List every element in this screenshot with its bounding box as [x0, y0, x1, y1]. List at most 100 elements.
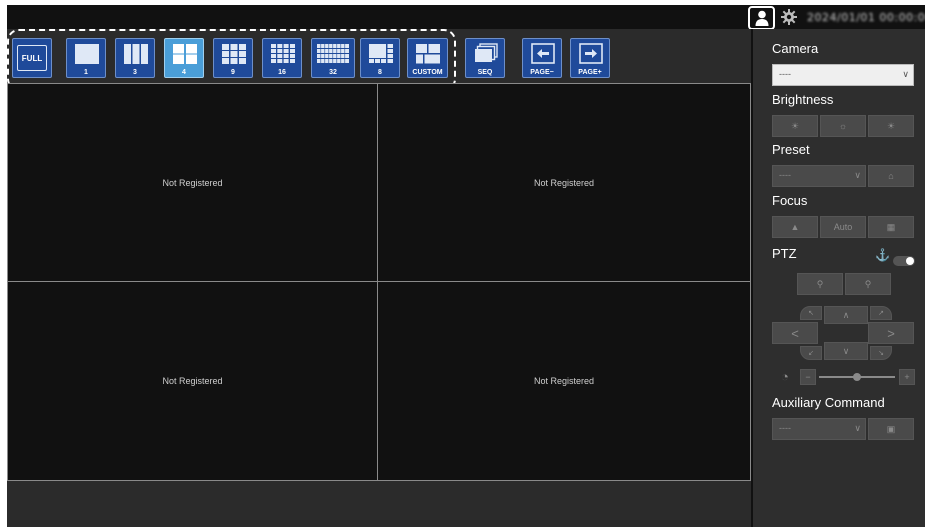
arrow-down-left-icon: ↙ — [808, 350, 814, 357]
pan-up-left-button[interactable]: ↖ — [800, 306, 822, 320]
page-prev-button[interactable]: PAGE− — [522, 38, 562, 78]
layout-9-button[interactable]: 9 — [213, 38, 253, 78]
preset-select[interactable]: ---- ∨ — [772, 165, 866, 187]
zoom-in-icon: ⚲ — [864, 278, 872, 289]
plus-icon: + — [904, 372, 910, 382]
focus-far-icon: ▦ — [886, 221, 896, 232]
top-bar: 2024/01/01 00:00:00 — [7, 5, 925, 30]
layout-custom-button[interactable]: CUSTOM — [407, 38, 448, 78]
pan-up-right-button[interactable]: ↗ — [870, 306, 892, 320]
not-registered-text: Not Registered — [533, 177, 595, 188]
layout-custom-icon — [416, 44, 440, 64]
layout-32-label: 32 — [329, 69, 337, 76]
ptz-title: PTZ — [772, 246, 797, 261]
brightness-down-button[interactable]: ☀ — [772, 115, 818, 137]
video-cell-3[interactable]: Not Registered — [7, 281, 378, 481]
video-cell-1[interactable]: Not Registered — [7, 83, 378, 282]
camera-select[interactable]: ---- ∨ — [772, 64, 914, 86]
bottom-area — [7, 481, 751, 527]
layout-4-icon — [173, 44, 197, 64]
full-screen-button[interactable]: FULL — [12, 38, 52, 78]
page-prev-label: PAGE− — [530, 69, 554, 76]
brightness-title: Brightness — [772, 92, 834, 107]
layout-1-icon — [75, 44, 99, 64]
pan-left-button[interactable]: < — [772, 322, 818, 344]
preset-select-value: ---- — [779, 170, 791, 180]
tilt-up-button[interactable]: ∧ — [824, 306, 868, 324]
user-button[interactable] — [748, 6, 775, 30]
sun-large-icon: ☀ — [886, 120, 896, 131]
zoom-in-button[interactable]: ⚲ — [845, 273, 891, 295]
control-panel: Camera ---- ∨ Brightness ☀ ☼ ☀ Preset --… — [753, 29, 925, 527]
send-command-icon: ▣ — [886, 423, 896, 434]
sequence-button[interactable]: SEQ — [465, 38, 505, 78]
full-button-label: FULL — [21, 53, 43, 63]
auxiliary-command-select[interactable]: ---- ∨ — [772, 418, 866, 440]
chevron-down-icon: ∨ — [854, 170, 861, 180]
pan-down-left-button[interactable]: ↙ — [800, 346, 822, 360]
auxiliary-select-value: ---- — [779, 423, 791, 433]
sequence-label: SEQ — [477, 69, 493, 76]
layout-32-button[interactable]: 32 — [311, 38, 355, 78]
video-cell-2[interactable]: Not Registered — [377, 83, 751, 282]
zoom-out-icon: ⚲ — [816, 278, 824, 289]
zoom-out-button[interactable]: ⚲ — [797, 273, 843, 295]
focus-auto-button[interactable]: Auto — [820, 216, 866, 238]
sun-icon: ☼ — [838, 121, 848, 131]
layout-3-icon — [124, 44, 148, 64]
layout-8-icon — [369, 44, 393, 63]
arrow-down-right-icon: ↘ — [878, 350, 884, 357]
layout-16-button[interactable]: 16 — [262, 38, 302, 78]
chevron-right-icon: > — [887, 325, 895, 341]
minus-icon: − — [805, 372, 811, 382]
layout-4-button[interactable]: 4 — [164, 38, 204, 78]
joystick-icon: ⚓ — [875, 248, 890, 262]
arrow-up-right-icon: ↗ — [878, 310, 884, 317]
focus-near-button[interactable]: ▲ — [772, 216, 818, 238]
auxiliary-command-title: Auxiliary Command — [772, 395, 885, 410]
home-icon: ⌂ — [888, 171, 894, 181]
focus-far-button[interactable]: ▦ — [868, 216, 914, 238]
layout-1-button[interactable]: 1 — [66, 38, 106, 78]
chevron-down-icon: ∨ — [854, 423, 861, 433]
page-next-button[interactable]: PAGE+ — [570, 38, 610, 78]
pan-down-right-button[interactable]: ↘ — [870, 346, 892, 360]
chevron-up-icon: ∧ — [842, 309, 850, 320]
chevron-down-icon: ∨ — [842, 345, 850, 356]
not-registered-text: Not Registered — [162, 177, 223, 188]
arrow-right-icon — [579, 43, 603, 64]
speed-down-button[interactable]: − — [800, 369, 816, 385]
video-cell-4[interactable]: Not Registered — [377, 281, 751, 481]
layout-8-label: 8 — [378, 69, 382, 76]
sun-small-icon: ☀ — [790, 120, 800, 131]
layout-16-label: 16 — [278, 69, 286, 76]
preset-title: Preset — [772, 142, 810, 157]
speed-gauge-icon: ◔ — [781, 369, 789, 384]
user-icon — [755, 10, 768, 26]
layout-8-button[interactable]: 8 — [360, 38, 400, 78]
auxiliary-execute-button[interactable]: ▣ — [868, 418, 914, 440]
page-next-label: PAGE+ — [578, 69, 602, 76]
tilt-down-button[interactable]: ∨ — [824, 342, 868, 360]
focus-auto-label: Auto — [833, 222, 853, 232]
pan-right-button[interactable]: > — [868, 322, 914, 344]
ptz-toggle[interactable] — [893, 256, 915, 266]
layout-toolbar: FULL 1 3 4 9 16 32 8 CUSTOM SEQ PAGE− PA… — [7, 29, 751, 91]
speed-up-button[interactable]: + — [899, 369, 915, 385]
focus-near-icon: ▲ — [790, 222, 800, 232]
layout-3-label: 3 — [133, 69, 137, 76]
sequence-icon — [475, 43, 498, 62]
arrow-up-left-icon: ↖ — [808, 310, 814, 317]
not-registered-text: Not Registered — [162, 376, 223, 386]
speed-slider-handle[interactable] — [853, 373, 861, 381]
layout-custom-label: CUSTOM — [412, 69, 443, 76]
preset-home-button[interactable]: ⌂ — [868, 165, 914, 187]
arrow-left-icon — [531, 43, 555, 64]
layout-3-button[interactable]: 3 — [115, 38, 155, 78]
video-grid: Not Registered Not Registered Not Regist… — [7, 83, 751, 481]
brightness-default-button[interactable]: ☼ — [820, 115, 866, 137]
brightness-up-button[interactable]: ☀ — [868, 115, 914, 137]
app-window: 2024/01/01 00:00:00 FULL 1 3 4 9 16 32 8… — [7, 5, 925, 527]
gear-icon[interactable] — [781, 9, 797, 25]
camera-select-value: ---- — [779, 69, 791, 79]
